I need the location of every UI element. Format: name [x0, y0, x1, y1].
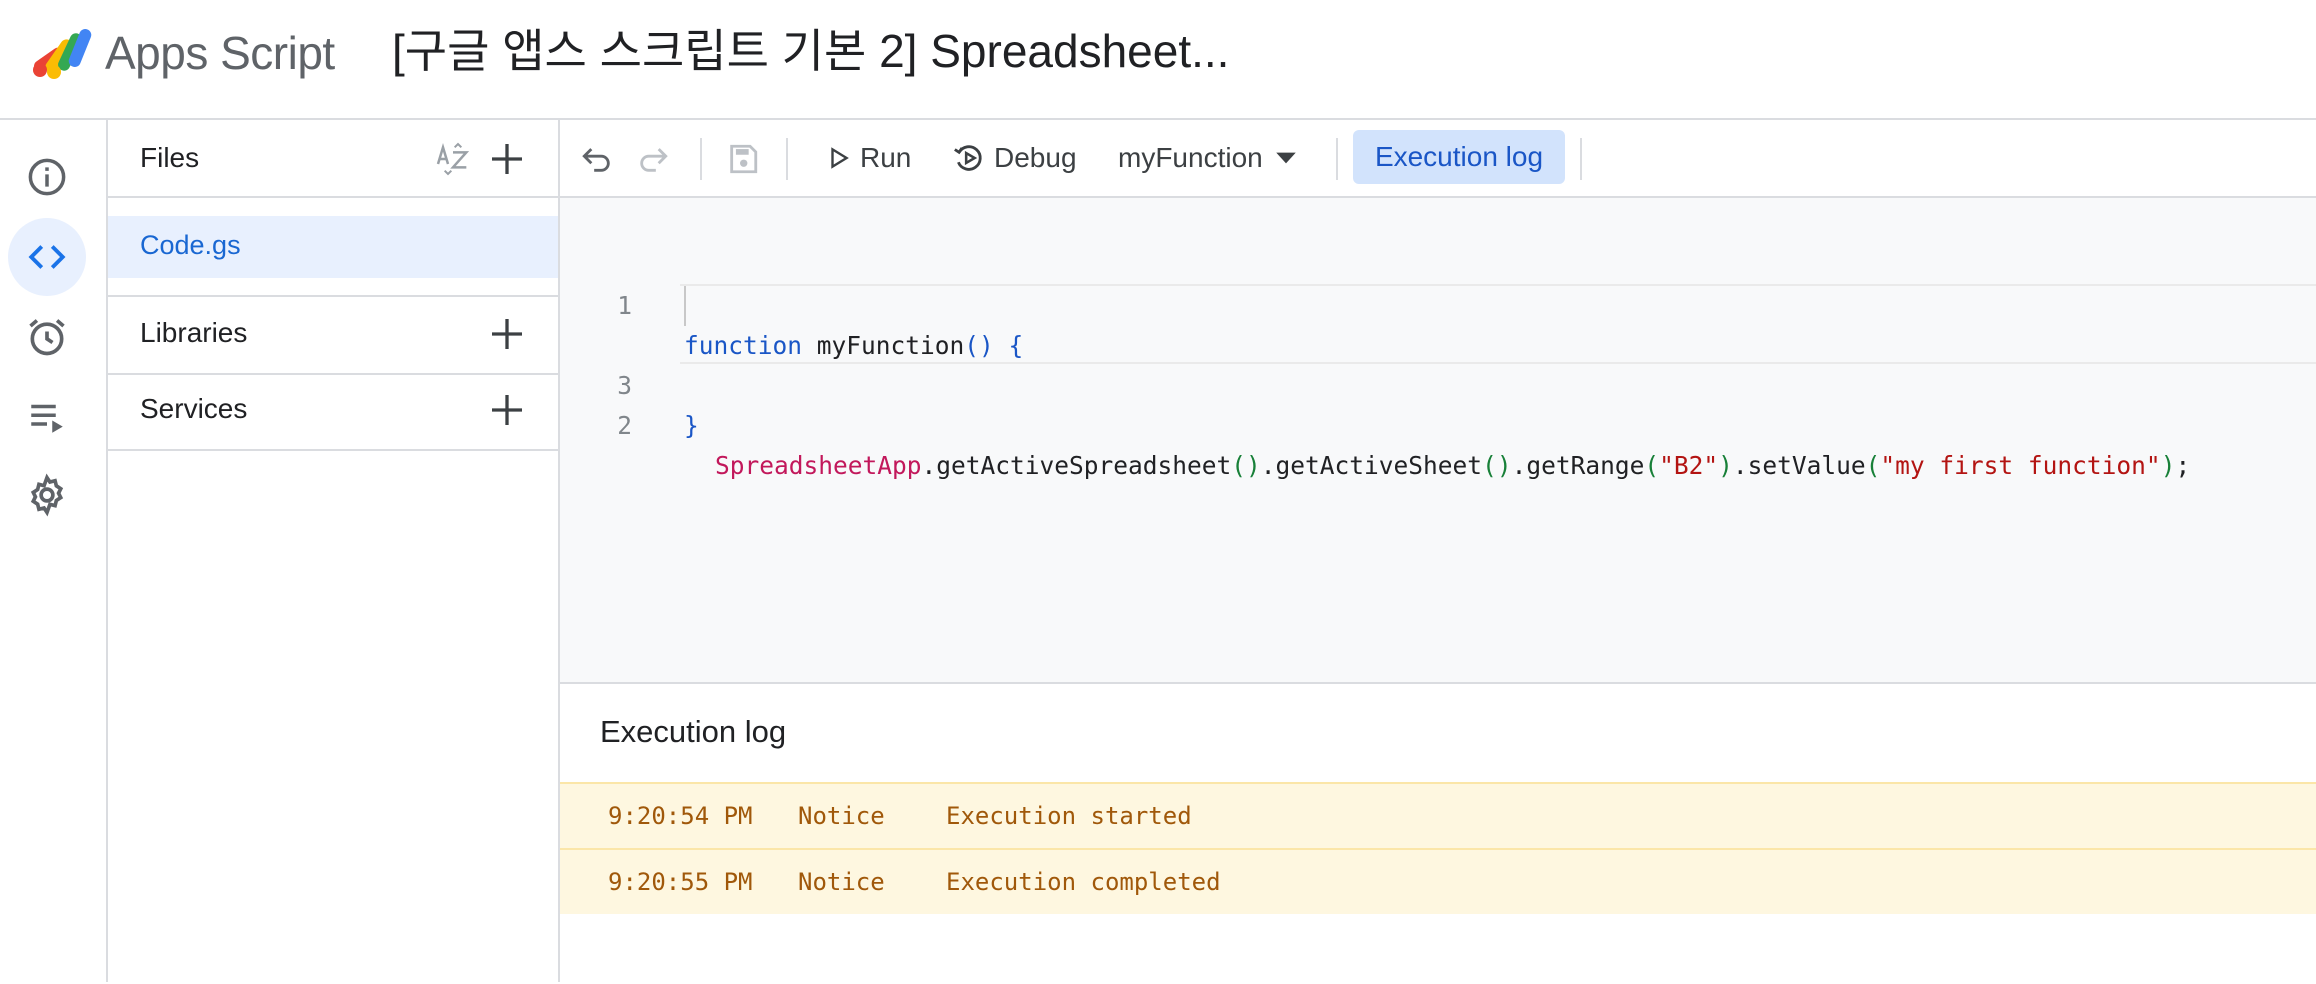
executions-list-icon: [31, 404, 63, 433]
code-editor[interactable]: 1 function myFunction() { 2 SpreadsheetA…: [560, 198, 2316, 682]
files-header: Files: [108, 120, 558, 198]
services-label: Services: [140, 393, 248, 424]
code-line: 2 SpreadsheetApp.getActiveSpreadsheet().…: [560, 284, 2316, 480]
log-message: Execution started: [946, 802, 1192, 830]
execution-log-toggle[interactable]: Execution log: [1353, 130, 1565, 184]
run-label: Run: [860, 142, 912, 173]
toolbar-divider: [700, 138, 702, 180]
info-icon: [28, 158, 66, 196]
rail-triggers-button[interactable]: [8, 298, 86, 376]
function-select-value: myFunction: [1118, 142, 1263, 173]
execution-log-toggle-label: Execution log: [1374, 141, 1544, 172]
add-service-button[interactable]: [484, 387, 530, 433]
save-icon: [730, 144, 758, 174]
run-button[interactable]: Run: [826, 136, 911, 180]
toolbar-divider: [1580, 138, 1582, 180]
execution-log-panel: Execution log 9:20:54 PM Notice Executio…: [560, 682, 2316, 984]
sort-az-icon: [436, 142, 470, 176]
function-select[interactable]: myFunction: [1118, 136, 1299, 180]
plus-icon: [492, 395, 522, 425]
rail-executions-button[interactable]: [8, 378, 86, 456]
rail-settings-button[interactable]: [8, 456, 86, 534]
file-name: Code.gs: [140, 230, 241, 260]
app-header: Apps Script [구글 앱스 스크립트 기본 2] Spreadshee…: [0, 0, 2316, 120]
code-icon: [28, 245, 66, 269]
code-line: 1 function myFunction() {: [560, 246, 2316, 360]
left-nav-rail: [0, 120, 108, 982]
project-title[interactable]: [구글 앱스 스크립트 기본 2] Spreadsheet...: [392, 20, 1229, 82]
gear-icon: [30, 473, 64, 517]
files-panel: Files Code.gs Libraries Services: [108, 120, 560, 982]
toolbar-divider: [1336, 138, 1338, 180]
plus-icon: [492, 144, 522, 174]
alarm-clock-icon: [29, 319, 65, 356]
indent-guide: [684, 286, 686, 326]
play-icon: [831, 147, 849, 169]
code-text: SpreadsheetApp.getActiveSpreadsheet().ge…: [715, 451, 2191, 480]
log-level: Notice: [798, 802, 885, 830]
log-entry[interactable]: 9:20:54 PM Notice Execution started: [560, 782, 2316, 848]
debug-button[interactable]: Debug: [952, 136, 1077, 180]
log-time: 9:20:55 PM: [608, 868, 753, 896]
rail-overview-button[interactable]: [8, 138, 86, 216]
files-label: Files: [140, 142, 200, 173]
undo-button[interactable]: [580, 138, 624, 180]
libraries-section: Libraries: [108, 295, 558, 375]
editor-toolbar: Run Debug myFunction Execution log: [560, 120, 2316, 198]
debug-label: Debug: [994, 142, 1077, 173]
sort-files-button[interactable]: [430, 136, 476, 182]
redo-icon: [640, 148, 668, 172]
line-number: 3: [617, 371, 632, 400]
log-entries: 9:20:54 PM Notice Execution started 9:20…: [560, 782, 2316, 914]
log-level: Notice: [798, 868, 885, 896]
undo-icon: [582, 148, 610, 172]
code-text: }: [684, 411, 699, 440]
toolbar-divider: [786, 138, 788, 180]
log-message: Execution completed: [946, 868, 1221, 896]
redo-button[interactable]: [636, 138, 680, 180]
services-section: Services: [108, 373, 558, 451]
plus-icon: [492, 319, 522, 349]
app-name: Apps Script: [105, 27, 335, 79]
libraries-label: Libraries: [140, 317, 248, 348]
apps-script-logo[interactable]: [28, 24, 96, 80]
add-file-button[interactable]: [484, 136, 530, 182]
dropdown-arrow-icon: [1275, 152, 1296, 164]
save-button[interactable]: [726, 138, 770, 180]
code-line: 3 }: [560, 326, 2316, 440]
add-library-button[interactable]: [484, 311, 530, 357]
execution-log-title: Execution log: [600, 714, 787, 749]
file-item-code-gs[interactable]: Code.gs: [108, 216, 558, 278]
log-entry[interactable]: 9:20:55 PM Notice Execution completed: [560, 848, 2316, 914]
log-time: 9:20:54 PM: [608, 802, 753, 830]
rail-editor-button[interactable]: [8, 218, 86, 296]
debug-icon: [954, 145, 982, 171]
